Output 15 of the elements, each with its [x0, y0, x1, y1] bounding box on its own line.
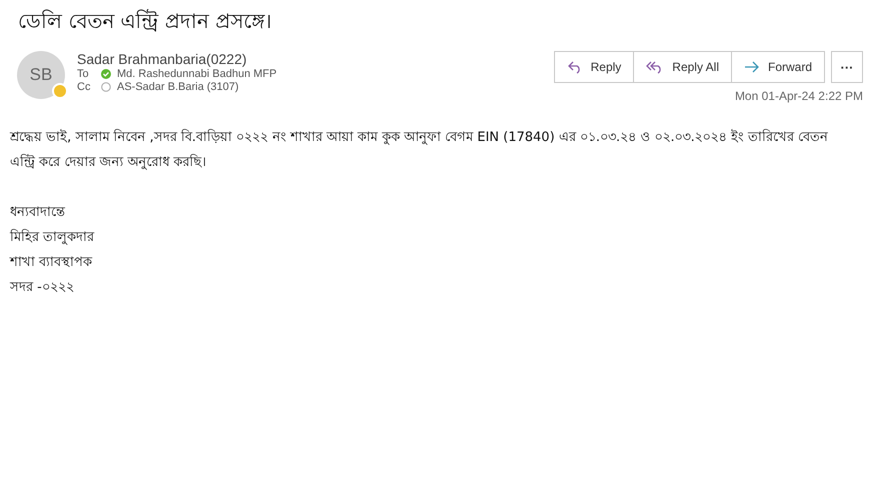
sender-name: Sadar Brahmanbaria(0222) — [77, 51, 248, 67]
recipient-label: Cc — [77, 81, 92, 93]
sent-date: Mon 01-Apr-24 2:22 PM — [734, 89, 863, 103]
recipient-name[interactable]: AS-Sadar B.Baria (3107) — [117, 81, 239, 93]
recipient-label: To — [77, 68, 90, 80]
recipient-name[interactable]: Md. Rashedunnabi Badhun MFP — [117, 68, 277, 80]
email-subject: ডেলি বেতন এন্ট্রি প্রদান প্রসঙ্গে। — [18, 8, 272, 35]
more-button[interactable]: ··· — [831, 51, 863, 83]
body-paragraph: শ্রদ্ধেয় ভাই, সালাম নিবেন ,সদর বি.বাড়িয়া ০২২২ নং শাখার আয়া কাম কুক আনুফা বেগম EIN (17840) এর ০১.০৩.২৪ ও ০২.০৩.২০২৪ ইং তারিখের বেতন এন্ট্রি করে দেয়ার জন্য অনুরোধ করছি। — [10, 128, 830, 172]
signature-line: মিহির তালুকদার — [10, 228, 96, 247]
arrow-right-icon — [744, 61, 760, 73]
signature-line: সদর -০২২২ — [10, 279, 75, 297]
signature-line: ধন্যবাদান্তে — [10, 204, 66, 222]
avatar: SB — [17, 51, 65, 99]
signature-line: শাখা ব্যাবস্থাপক — [10, 254, 94, 272]
